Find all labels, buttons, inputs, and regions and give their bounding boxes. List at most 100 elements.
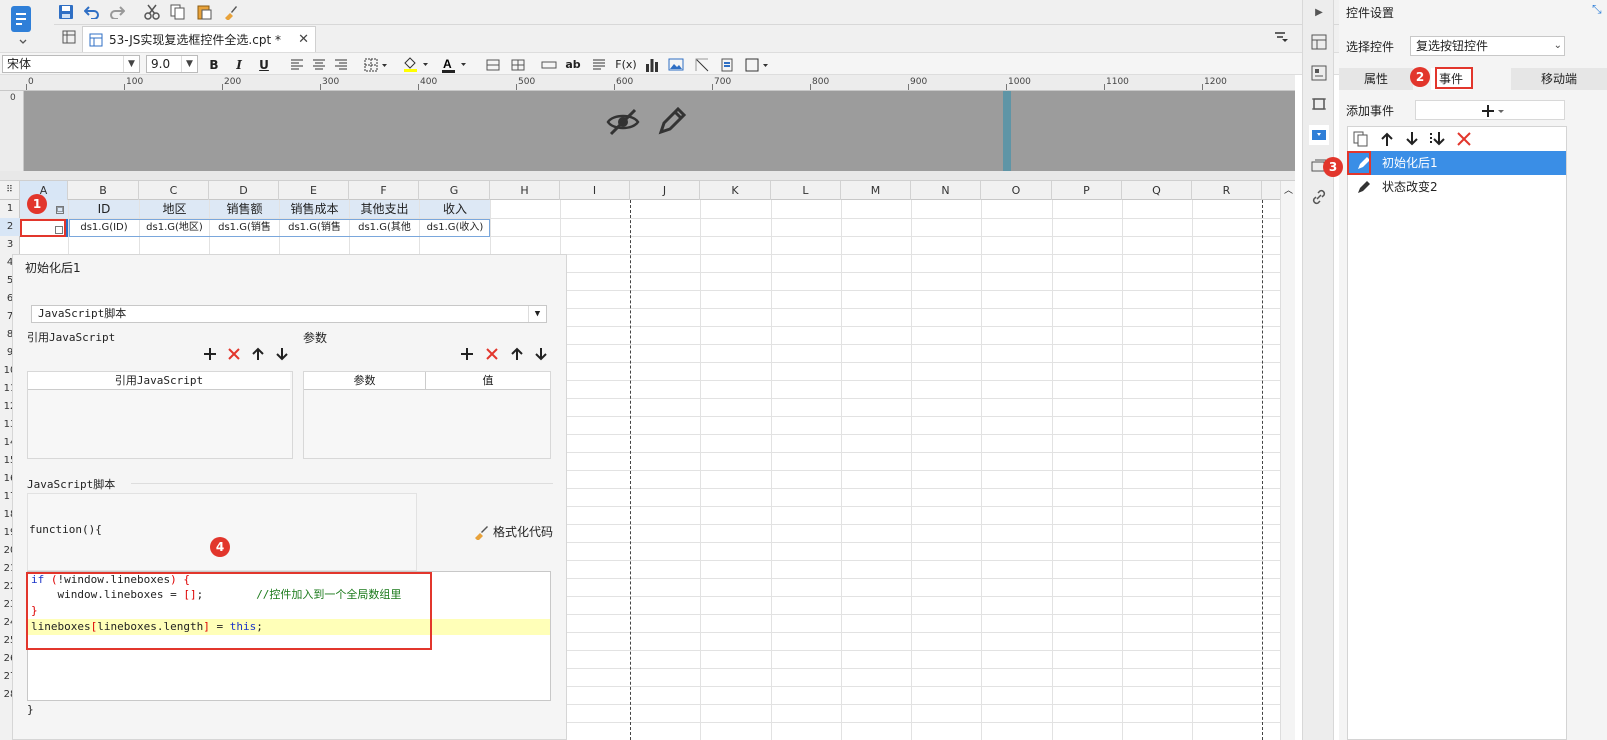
column-header[interactable]: G (419, 181, 490, 200)
data-cell[interactable]: ds1.G(地区) (140, 219, 209, 237)
border-icon[interactable] (362, 56, 390, 73)
event-list[interactable]: 初始化后1 状态改变2 (1347, 126, 1567, 740)
data-cell[interactable]: ds1.G(销售 (280, 219, 349, 237)
widget-select[interactable]: 复选按钮控件 ⌄ (1410, 36, 1565, 56)
params-table[interactable]: 参数 值 (303, 371, 551, 459)
column-header[interactable]: E (279, 181, 349, 200)
column-header[interactable]: O (981, 181, 1052, 200)
hyperlink-icon[interactable] (1309, 187, 1329, 207)
tab-properties[interactable]: 属性 (1339, 68, 1413, 90)
row-header[interactable]: 1 (0, 200, 20, 218)
subreport-icon[interactable] (718, 56, 736, 73)
add-event-button[interactable] (1415, 100, 1565, 120)
delete-event-icon[interactable] (1456, 131, 1472, 147)
font-color-icon[interactable]: A (438, 56, 470, 73)
delete-param-icon[interactable] (485, 347, 499, 361)
event-item[interactable]: 状态改变2 (1348, 175, 1566, 199)
param-down-icon[interactable] (534, 347, 548, 361)
tab-mobile[interactable]: 移动端 (1511, 68, 1607, 90)
paste-icon[interactable] (194, 3, 214, 21)
app-logo-icon[interactable] (8, 4, 38, 48)
column-header[interactable]: R (1192, 181, 1262, 200)
bold-button[interactable]: B (205, 56, 223, 73)
header-cell[interactable]: ID (69, 200, 139, 218)
add-icon[interactable] (203, 347, 217, 361)
column-header[interactable]: F (349, 181, 419, 200)
add-param-icon[interactable] (460, 347, 474, 361)
select-all-corner[interactable]: ⠿ (0, 181, 20, 200)
ref-js-table[interactable]: 引用JavaScript (27, 371, 293, 459)
slash-icon[interactable] (693, 56, 711, 73)
header-cell[interactable]: 销售额 (210, 200, 279, 218)
collapse-arrow-icon[interactable]: ▶ (1309, 2, 1329, 22)
cell-attr-icon[interactable] (1309, 63, 1329, 83)
font-family-select[interactable]: 宋体 ▼ (2, 55, 140, 73)
column-header[interactable]: J (630, 181, 700, 200)
column-header[interactable]: N (911, 181, 981, 200)
vertical-scrollbar[interactable]: ︿ (1280, 181, 1295, 740)
undo-icon[interactable] (82, 3, 102, 21)
close-tab-icon[interactable]: ✕ (298, 32, 309, 47)
column-header[interactable]: D (209, 181, 279, 200)
delete-icon[interactable] (227, 347, 241, 361)
data-cell[interactable]: ds1.G(收入) (420, 219, 490, 237)
chart-icon[interactable] (643, 56, 661, 73)
header-cell[interactable]: 地区 (140, 200, 209, 218)
event-item-selected[interactable]: 初始化后1 (1348, 151, 1566, 175)
format-code-button[interactable]: 格式化代码 (473, 523, 553, 540)
split-cells-icon[interactable] (509, 56, 527, 73)
move-bottom-icon[interactable] (1428, 131, 1446, 147)
widget-settings-icon[interactable] (1309, 125, 1329, 145)
edit-pencil-icon[interactable] (656, 105, 688, 137)
grid-icon[interactable] (62, 30, 76, 44)
frame-icon[interactable] (744, 56, 770, 73)
float-element-icon[interactable] (1309, 94, 1329, 114)
splitter[interactable] (0, 171, 1295, 181)
copy-event-icon[interactable] (1353, 131, 1369, 147)
header-cell[interactable]: 销售成本 (280, 200, 349, 218)
column-header[interactable]: I (560, 181, 630, 200)
hidden-eye-icon[interactable] (606, 107, 640, 137)
formula-button[interactable]: F(x) (614, 56, 638, 73)
cell-element-icon[interactable] (1309, 32, 1329, 52)
column-header[interactable]: Q (1122, 181, 1192, 200)
align-left-icon[interactable] (288, 56, 306, 73)
format-painter-icon[interactable] (220, 3, 240, 21)
align-right-icon[interactable] (332, 56, 350, 73)
paragraph-icon[interactable] (590, 56, 608, 73)
move-up-icon[interactable] (1380, 131, 1394, 147)
column-header[interactable]: K (700, 181, 771, 200)
cut-icon[interactable] (142, 3, 162, 21)
text-field-icon[interactable] (540, 56, 558, 73)
column-header[interactable]: C (139, 181, 209, 200)
image-icon[interactable] (667, 56, 685, 73)
fill-color-icon[interactable] (400, 56, 432, 73)
data-cell[interactable]: ds1.G(销售 (210, 219, 279, 237)
header-cell[interactable]: 其他支出 (350, 200, 419, 218)
column-header[interactable]: L (771, 181, 841, 200)
save-icon[interactable] (56, 3, 76, 21)
column-header[interactable]: H (490, 181, 560, 200)
italic-button[interactable]: I (230, 56, 248, 73)
document-tab[interactable]: 53-JS实现复选框控件全选.cpt * ✕ (82, 26, 316, 52)
row-header[interactable]: 3 (0, 236, 20, 254)
underline-button[interactable]: U (255, 56, 273, 73)
header-cell[interactable]: 收入 (420, 200, 490, 218)
text-button[interactable]: ab (564, 56, 582, 73)
tab-menu-icon[interactable] (1274, 31, 1288, 43)
expand-icon[interactable]: ⤡ (1592, 2, 1602, 17)
merge-cells-icon[interactable] (484, 56, 502, 73)
row-header[interactable]: 2 (0, 218, 20, 236)
copy-icon[interactable] (168, 3, 188, 21)
data-cell[interactable]: ds1.G(其他 (350, 219, 419, 237)
redo-icon[interactable] (107, 3, 127, 21)
move-down-icon[interactable] (1405, 131, 1419, 147)
column-header[interactable]: M (841, 181, 911, 200)
align-center-icon[interactable] (310, 56, 328, 73)
scroll-up-icon[interactable]: ︿ (1284, 183, 1293, 196)
data-cell[interactable]: ds1.G(ID) (69, 219, 139, 237)
column-header[interactable]: B (68, 181, 139, 200)
script-type-select[interactable]: JavaScript脚本 ▼ (31, 305, 547, 323)
column-header[interactable]: P (1052, 181, 1122, 200)
param-up-icon[interactable] (510, 347, 524, 361)
